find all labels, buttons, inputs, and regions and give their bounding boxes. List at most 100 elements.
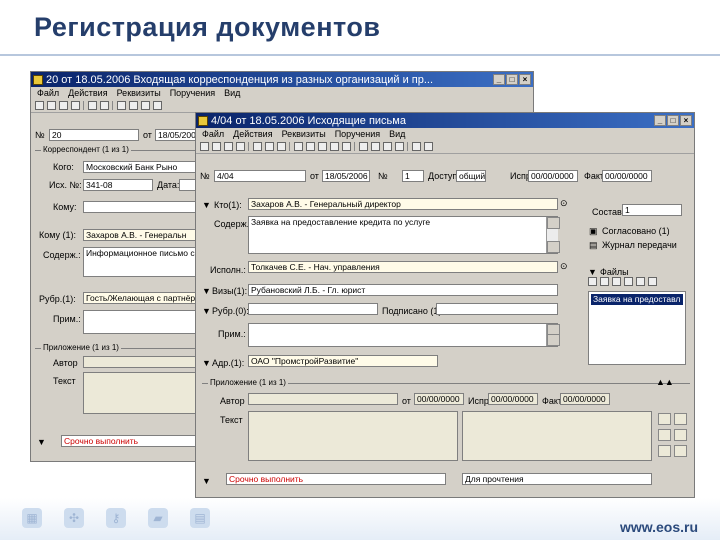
ispr-date-field[interactable]: 00/00/0000 [528,170,578,182]
link-icon[interactable] [129,101,138,110]
att-fact-date[interactable]: 00/00/0000 [560,393,610,405]
new-icon[interactable] [35,101,44,110]
signed-dropdown-icon[interactable]: ▼ [202,200,211,210]
att-from-date[interactable]: 00/00/0000 [414,393,464,405]
nav-prev-icon[interactable] [371,142,380,151]
attach-icon[interactable] [71,101,80,110]
maximize-button[interactable]: □ [667,115,679,126]
content-field[interactable]: Информационное письмо с [83,247,203,277]
add-attachment-icon[interactable] [658,413,671,425]
registration-number-field[interactable]: 20 [49,129,139,141]
attachment-menu-icon[interactable] [674,413,687,425]
signed-clear-icon[interactable]: ⊙ [560,198,568,209]
status-right-field[interactable]: Для прочтения [462,473,652,485]
incoming-window-titlebar[interactable]: 20 от 18.05.2006 Входящая корреспонденци… [31,72,533,87]
link-icon[interactable] [306,142,315,151]
note-field[interactable] [248,323,558,347]
menu-requisites[interactable]: Реквизиты [117,88,161,98]
edit-attachment-icon[interactable] [658,429,671,441]
nav-first-icon[interactable] [359,142,368,151]
print-attachment-icon[interactable] [674,445,687,457]
open-file-icon[interactable] [600,277,609,286]
addressee-dropdown-icon[interactable]: ▼ [202,358,211,368]
mail-icon[interactable] [277,142,286,151]
status-dropdown-icon[interactable]: ▼ [37,437,46,447]
close-button[interactable]: × [519,74,531,85]
note-scrollbar[interactable] [546,324,560,346]
author-field[interactable] [83,356,203,368]
registration-number-field[interactable]: 4/04 [214,170,306,182]
menu-view[interactable]: Вид [389,129,405,139]
sign-icon[interactable] [330,142,339,151]
resolution-field[interactable]: Рубановский Л.Б. - Гл. юрист [248,284,558,296]
edit-icon[interactable] [224,142,233,151]
print-icon[interactable] [100,101,109,110]
copies-field[interactable]: 1 [622,204,682,216]
menu-view[interactable]: Вид [224,88,240,98]
status-field[interactable]: Срочно выполнить [226,473,446,485]
menu-orders[interactable]: Поручения [170,88,215,98]
folder-icon[interactable] [141,101,150,110]
send-icon[interactable] [294,142,303,151]
new-icon[interactable] [200,142,209,151]
signed-by-field[interactable]: Захаров А.В. - Генеральный директор [248,198,558,210]
status-field[interactable]: Срочно выполнить [61,435,201,447]
delete-file-icon[interactable] [612,277,621,286]
add-file-icon[interactable] [588,277,597,286]
links-field[interactable] [436,303,558,315]
files-dropdown-icon[interactable]: ▼ [588,267,597,277]
note-field[interactable] [83,310,203,334]
outgoing-window-titlebar[interactable]: 4/04 от 18.05.2006 Исходящие письма _ □ … [196,113,694,128]
files-list[interactable]: Заявка на предоставл [588,291,686,365]
transfer-journal-link[interactable]: Журнал передачи [602,240,677,250]
settings-icon[interactable] [153,101,162,110]
minimize-button[interactable]: _ [654,115,666,126]
report-icon[interactable] [342,142,351,151]
rubric-dropdown-icon[interactable]: ▼ [202,306,211,316]
attachment-collapse-icon[interactable]: ▲▲ [656,377,674,387]
content-scrollbar[interactable] [546,217,560,253]
organization-field[interactable]: Московский Банк Рыно [83,161,203,173]
approved-link[interactable]: Согласовано (1) [602,226,670,236]
resolution-dropdown-icon[interactable]: ▼ [202,286,211,296]
save-icon[interactable] [253,142,262,151]
att-ispr-date[interactable]: 00/00/0000 [488,393,538,405]
search-icon[interactable] [412,142,421,151]
close-button[interactable]: × [680,115,692,126]
resolution-text-field[interactable] [462,411,652,461]
help-icon[interactable] [424,142,433,151]
executor-field[interactable]: Толкачев С.Е. - Нач. управления [248,261,558,273]
outgoing-document-window[interactable]: 4/04 от 18.05.2006 Исходящие письма _ □ … [195,112,695,498]
access-select[interactable]: общий [456,170,486,182]
rubric-field[interactable]: Гость/Желающая с партнёр [83,292,203,304]
text-field[interactable] [248,411,458,461]
whom-field[interactable]: Захаров А.В. - Генеральн [83,229,203,241]
copy-icon[interactable] [212,142,221,151]
move-attachment-icon[interactable] [658,445,671,457]
copy-file-icon[interactable] [636,277,645,286]
menu-actions[interactable]: Действия [233,129,272,139]
rubric-field[interactable] [248,303,378,315]
file-properties-icon[interactable] [648,277,657,286]
registration-date-field[interactable]: 18/05/2006 [322,170,370,182]
attach-icon[interactable] [236,142,245,151]
menu-requisites[interactable]: Реквизиты [282,129,326,139]
menu-file[interactable]: Файл [37,88,59,98]
print-icon[interactable] [265,142,274,151]
menu-orders[interactable]: Поручения [335,129,380,139]
edit-icon[interactable] [59,101,68,110]
menu-file[interactable]: Файл [202,129,224,139]
fact-date-field[interactable]: 00/00/0000 [602,170,652,182]
file-list-item[interactable]: Заявка на предоставл [591,294,683,305]
number2-field[interactable]: 1 [402,170,424,182]
content-field[interactable]: Заявка на предоставление кредита по услу… [248,216,558,254]
send-icon[interactable] [117,101,126,110]
delete-attachment-icon[interactable] [674,429,687,441]
copy-icon[interactable] [47,101,56,110]
menu-actions[interactable]: Действия [68,88,107,98]
who-field[interactable] [83,201,203,213]
save-icon[interactable] [88,101,97,110]
nav-last-icon[interactable] [395,142,404,151]
text-field[interactable] [83,372,203,414]
addressee-field[interactable]: ОАО "ПромстройРазвитие" [248,355,438,367]
